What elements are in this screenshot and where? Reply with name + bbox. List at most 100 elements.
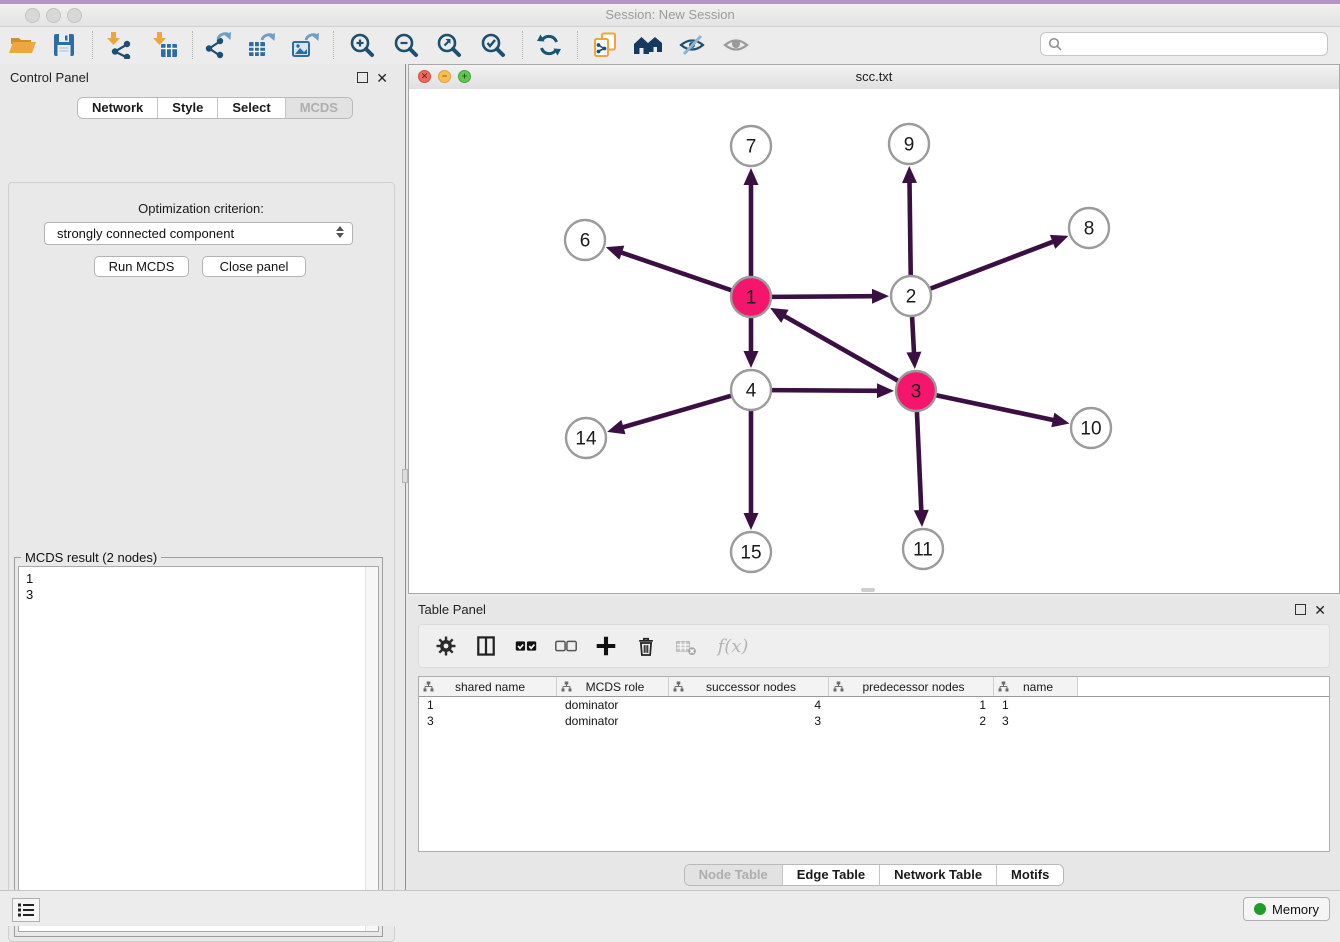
tab-style[interactable]: Style [157,98,217,118]
table-settings-button[interactable] [433,632,459,660]
open-file-button[interactable] [4,29,40,61]
graph-node-label: 6 [580,231,591,252]
graph-arrowhead [744,168,759,185]
search-field[interactable] [1040,32,1328,56]
zoom-in-button[interactable] [344,29,380,61]
table-panel-float-button[interactable] [1295,604,1306,615]
graph-edge-4-3[interactable] [771,390,879,391]
cell-shared-name[interactable]: 3 [419,714,557,728]
zoom-selected-button[interactable] [475,29,511,61]
optimization-criterion-label: Optimization criterion: [0,201,402,216]
attribute-tree-icon [673,681,684,692]
table-row[interactable]: 1dominator411 [419,697,1329,713]
show-all-button[interactable] [718,29,754,61]
cell-shared-name[interactable]: 1 [419,698,557,712]
tab-edge-table[interactable]: Edge Table [782,865,879,885]
export-table-icon [247,31,275,59]
memory-button[interactable]: Memory [1243,897,1330,921]
zoom-fit-button[interactable] [431,29,467,61]
tab-select[interactable]: Select [217,98,284,118]
tab-mcds[interactable]: MCDS [285,98,352,118]
net-zoom-button[interactable]: + [458,70,471,83]
status-bar: Memory [0,890,1340,926]
tab-motifs[interactable]: Motifs [996,865,1063,885]
column-header-shared-name[interactable]: shared name [419,677,557,696]
export-image-button[interactable] [287,29,323,61]
export-table-button[interactable] [243,29,279,61]
attribute-tree-icon [998,681,1009,692]
control-panel-close-button[interactable]: ✕ [376,69,388,87]
table-panel-close-button[interactable]: ✕ [1314,601,1326,619]
graph-edge-3-11[interactable] [917,411,921,512]
tab-network[interactable]: Network [78,98,157,118]
network-window-title: scc.txt [409,65,1339,89]
net-minimize-button[interactable]: − [438,70,451,83]
cell-successor-nodes[interactable]: 4 [669,698,829,712]
graph-node-label: 8 [1084,219,1095,240]
graph-edge-3-10[interactable] [936,395,1055,420]
cell-predecessor-nodes[interactable]: 1 [829,698,994,712]
zoom-selected-icon [479,31,507,59]
import-network-button[interactable] [101,29,137,61]
gear-icon [433,633,459,659]
export-network-button[interactable] [200,29,236,61]
zoom-out-icon [392,31,420,59]
table-row[interactable]: 3dominator323 [419,713,1329,729]
network-window-titlebar[interactable]: ✕ − + scc.txt [409,65,1339,90]
cell-MCDS-role[interactable]: dominator [557,698,669,712]
graph-node-label: 2 [906,287,917,308]
deselect-all-columns-button[interactable] [553,632,579,660]
graph-edge-4-14[interactable] [622,396,732,428]
close-panel-button[interactable]: Close panel [202,256,306,277]
delete-table-button[interactable] [673,632,699,660]
hide-selected-button[interactable] [674,29,710,61]
app-close-button[interactable] [25,8,40,23]
graph-edge-2-3[interactable] [912,316,914,354]
node-table-header: shared nameMCDS rolesuccessor nodesprede… [419,677,1329,697]
graph-arrowhead [902,166,917,183]
save-session-button[interactable] [46,29,82,61]
net-close-button[interactable]: ✕ [418,70,431,83]
control-panel-float-button[interactable] [357,72,368,83]
canvas-scroll-grip[interactable] [861,588,875,592]
show-columns-button[interactable] [473,632,499,660]
app-zoom-button[interactable] [67,8,82,23]
cell-predecessor-nodes[interactable]: 2 [829,714,994,728]
app-minimize-button[interactable] [46,8,61,23]
mcds-result-textarea[interactable]: 1 3 [18,566,379,932]
zoom-out-button[interactable] [388,29,424,61]
add-column-button[interactable] [593,632,619,660]
column-header-MCDS-role[interactable]: MCDS role [557,677,669,696]
tab-node-table[interactable]: Node Table [685,865,782,885]
graph-edge-2-8[interactable] [930,241,1055,289]
task-history-button[interactable] [12,898,40,922]
graph-edge-3-1[interactable] [783,315,898,381]
select-all-columns-button[interactable] [513,632,539,660]
criterion-dropdown[interactable]: strongly connected component [44,222,353,245]
houses-button[interactable] [630,29,666,61]
refresh-button[interactable] [531,29,567,61]
cell-name[interactable]: 1 [994,698,1078,712]
network-canvas[interactable]: 1234678910111415 [409,89,1339,593]
checked-boxes-icon [513,633,539,659]
cell-successor-nodes[interactable]: 3 [669,714,829,728]
delete-column-button[interactable] [633,632,659,660]
import-table-button[interactable] [147,29,183,61]
control-panel: Control Panel ✕ NetworkStyleSelectMCDS O… [0,64,402,890]
column-header-predecessor-nodes[interactable]: predecessor nodes [829,677,994,696]
column-header-successor-nodes[interactable]: successor nodes [669,677,829,696]
result-scrollbar[interactable] [365,567,378,931]
graph-edge-1-2[interactable] [771,296,874,297]
cell-name[interactable]: 3 [994,714,1078,728]
function-builder-button[interactable]: f(x) [713,632,753,660]
tab-network-table[interactable]: Network Table [879,865,996,885]
graph-edge-1-6[interactable] [620,252,732,290]
cell-MCDS-role[interactable]: dominator [557,714,669,728]
search-input[interactable] [1067,36,1327,53]
table-toolbar: f(x) [418,624,1330,668]
graph-edge-2-9[interactable] [909,181,910,276]
clone-network-button[interactable] [587,29,623,61]
run-mcds-button[interactable]: Run MCDS [94,256,189,277]
node-table-body: 1dominator4113dominator323 [419,697,1329,729]
column-header-name[interactable]: name [994,677,1078,696]
